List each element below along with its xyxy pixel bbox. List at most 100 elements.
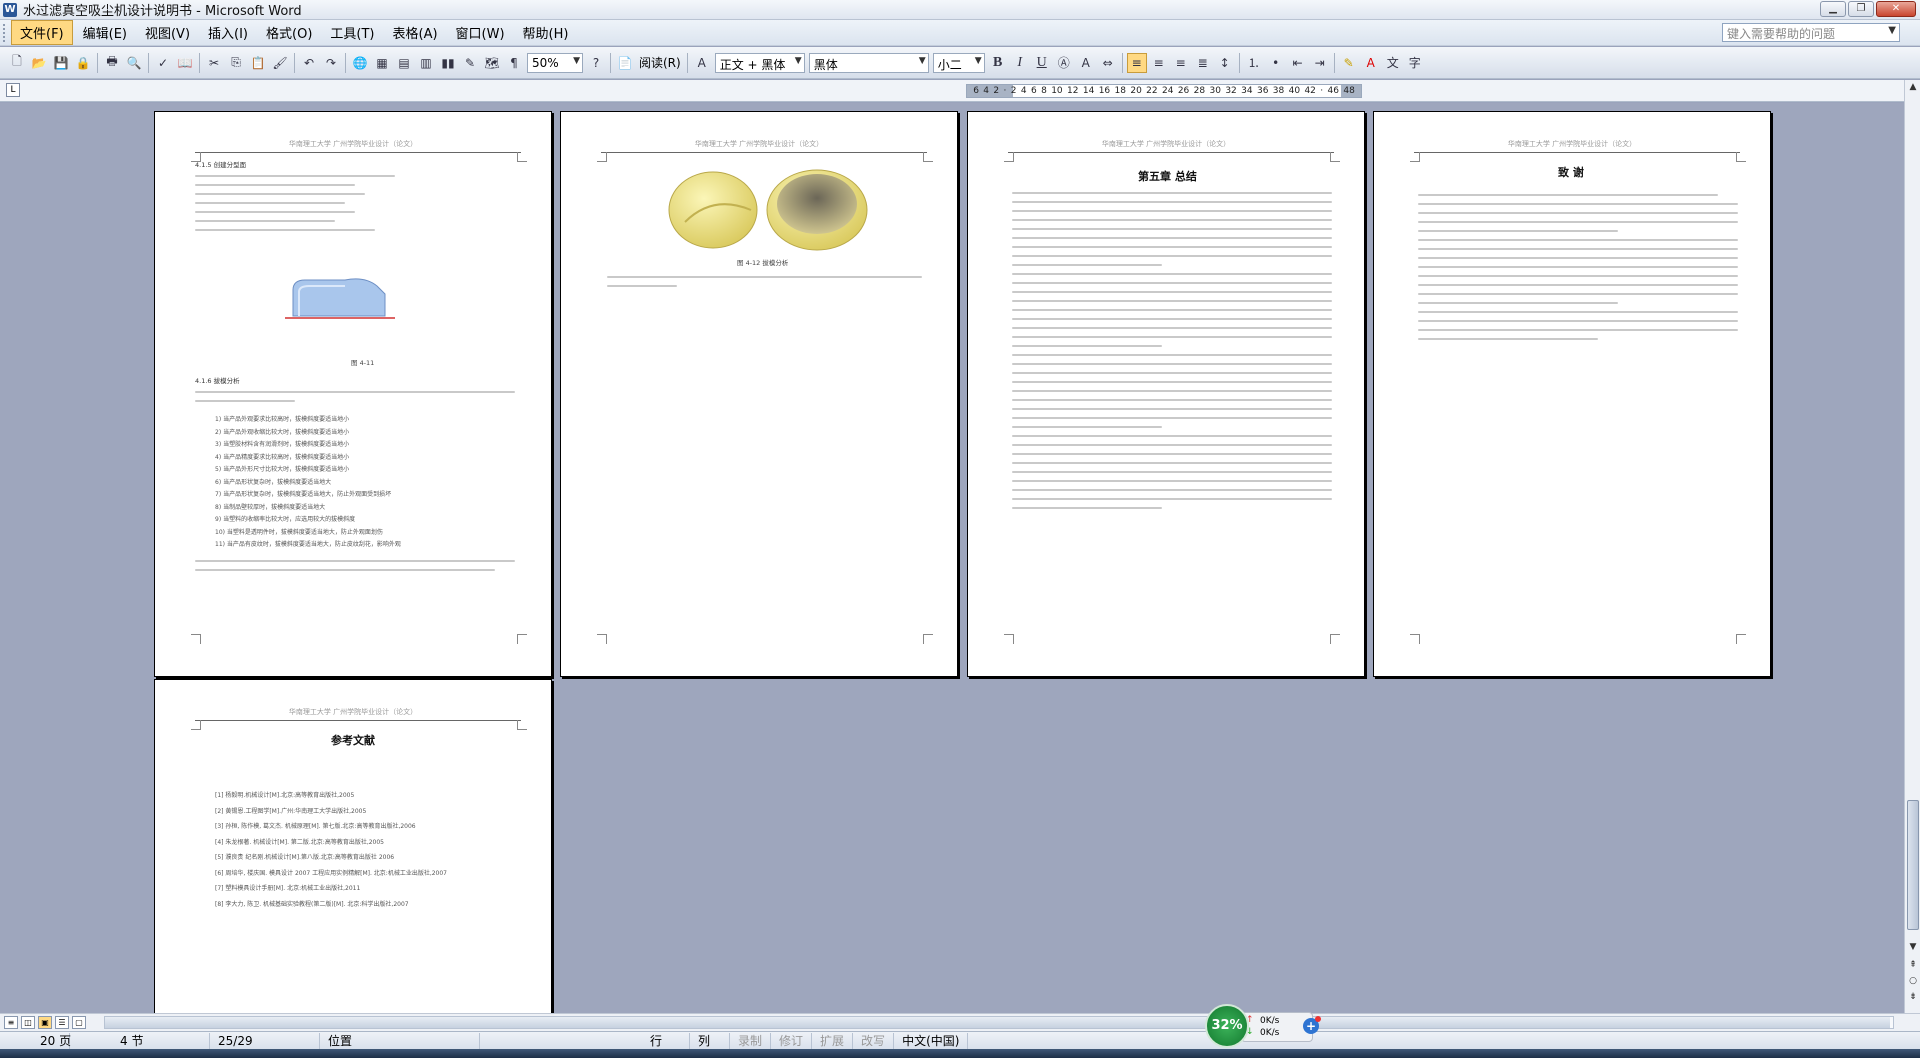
status-record[interactable]: 录制: [730, 1032, 772, 1049]
normal-view-icon[interactable]: ≡: [4, 1016, 18, 1029]
underline-icon[interactable]: U: [1032, 53, 1052, 73]
memory-percent-badge[interactable]: 32%: [1205, 1004, 1249, 1048]
insert-table-icon[interactable]: ▤: [394, 53, 414, 73]
style-select[interactable]: 正文 + 黑体 ▼: [714, 52, 805, 73]
reference-item: [8] 李大力, 陈卫. 机械基础实验教程(第二版)[M]. 北京:科学出版社,…: [215, 900, 409, 908]
separator: [199, 52, 200, 73]
save-icon[interactable]: 💾: [51, 53, 71, 73]
menu-insert[interactable]: 插入(I): [200, 21, 256, 44]
character-scale-icon[interactable]: ⇔: [1098, 53, 1118, 73]
menu-file[interactable]: 文件(F): [11, 20, 73, 45]
read-mode-button[interactable]: 阅读(R): [639, 54, 681, 71]
font-color-icon[interactable]: A: [1361, 53, 1381, 73]
highlight-icon[interactable]: ✎: [1339, 53, 1359, 73]
drawing-icon[interactable]: ✎: [460, 53, 480, 73]
cut-icon[interactable]: ✂: [204, 53, 224, 73]
text-line: [195, 569, 495, 571]
network-speed-widget[interactable]: ↑ 0K/s ↓ 0K/s 32% +: [1205, 1004, 1325, 1048]
previous-page-icon[interactable]: ⇞: [1907, 960, 1919, 970]
undo-icon[interactable]: ↶: [299, 53, 319, 73]
reading-view-icon[interactable]: ▢: [72, 1016, 86, 1029]
font-size-select[interactable]: 小二 ▼: [932, 52, 985, 73]
menu-view[interactable]: 视图(V): [137, 21, 198, 44]
menu-help[interactable]: 帮助(H): [515, 21, 577, 44]
close-button[interactable]: ✕: [1876, 1, 1916, 17]
spelling-icon[interactable]: ✓: [153, 53, 173, 73]
permission-icon[interactable]: 🔒: [73, 53, 93, 73]
reference-item: [6] 周培华, 楼庆国. 模具设计 2007 工程应用实例精解[M]. 北京:…: [215, 869, 447, 877]
menu-table[interactable]: 表格(A): [385, 21, 446, 44]
numbering-icon[interactable]: ⒈: [1244, 53, 1264, 73]
increase-indent-icon[interactable]: ⇥: [1310, 53, 1330, 73]
minimize-button[interactable]: ▁: [1820, 1, 1846, 17]
menu-grip[interactable]: [3, 23, 7, 42]
document-area[interactable]: 华南理工大学 广州学院毕业设计（论文） 4.1.5 创建分型面 图 4-11 4…: [0, 103, 1904, 1013]
scroll-down-icon[interactable]: ▼: [1907, 942, 1919, 952]
character-border-icon[interactable]: Ⓐ: [1054, 53, 1074, 73]
help-search-input[interactable]: 键入需要帮助的问题 ▼: [1722, 23, 1900, 42]
zoom-select[interactable]: 50% ▼: [527, 52, 583, 73]
justify-icon[interactable]: ≣: [1193, 53, 1213, 73]
scroll-up-icon[interactable]: ▲: [1907, 82, 1919, 92]
web-view-icon[interactable]: ◫: [21, 1016, 35, 1029]
print-preview-icon[interactable]: 🔍: [124, 53, 144, 73]
restore-button[interactable]: ❐: [1848, 1, 1874, 17]
document-map-icon[interactable]: 🗺: [482, 53, 502, 73]
enclose-characters-icon[interactable]: 字: [1405, 53, 1425, 73]
show-hide-icon[interactable]: ¶: [504, 53, 524, 73]
text-line: [1012, 201, 1332, 203]
vertical-scrollbar[interactable]: ▲ ▼ ⇞ ○ ⇟: [1904, 80, 1920, 1013]
accelerate-plus-icon[interactable]: +: [1303, 1016, 1321, 1034]
next-page-icon[interactable]: ⇟: [1907, 992, 1919, 1002]
phonetic-guide-icon[interactable]: 文: [1383, 53, 1403, 73]
status-extend[interactable]: 扩展: [812, 1032, 854, 1049]
horizontal-scroll-track[interactable]: [104, 1016, 1894, 1029]
menu-tools[interactable]: 工具(T): [322, 21, 382, 44]
font-select[interactable]: 黑体 ▼: [808, 52, 929, 73]
menu-format[interactable]: 格式(O): [258, 21, 320, 44]
scrollbar-thumb[interactable]: [1907, 800, 1919, 930]
new-document-icon[interactable]: 🗋: [7, 53, 27, 73]
status-overtype[interactable]: 改写: [853, 1032, 895, 1049]
ruler-tick: 22: [1146, 86, 1158, 96]
menu-edit[interactable]: 编辑(E): [75, 21, 135, 44]
text-line: [1012, 255, 1332, 257]
paste-icon[interactable]: 📋: [248, 53, 268, 73]
open-icon[interactable]: 📂: [29, 53, 49, 73]
bold-icon[interactable]: B: [988, 53, 1008, 73]
word-app-icon[interactable]: W: [3, 2, 17, 17]
tables-borders-icon[interactable]: ▦: [372, 53, 392, 73]
horizontal-ruler[interactable]: 6 4 2 · 2 4 6 8 10 12 14 16 18 20 22 24 26 28 30 32 34 36 38 40…: [966, 84, 1362, 98]
status-track-changes[interactable]: 修订: [771, 1032, 813, 1049]
columns-icon[interactable]: ▮▮: [438, 53, 458, 73]
text-line: [1418, 257, 1738, 259]
align-center-icon[interactable]: ≡: [1149, 53, 1169, 73]
print-layout-view-icon[interactable]: ▣: [38, 1016, 52, 1029]
styles-icon[interactable]: A: [692, 53, 712, 73]
print-icon[interactable]: 🖶: [102, 53, 122, 73]
redo-icon[interactable]: ↷: [321, 53, 341, 73]
chevron-down-icon[interactable]: ▼: [1888, 25, 1896, 36]
line-spacing-icon[interactable]: ↕: [1215, 53, 1235, 73]
list-item: 10) 当塑料是透明件时，拔模斜度要适当地大，防止外观面划伤: [215, 528, 383, 536]
browse-object-icon[interactable]: ○: [1907, 976, 1919, 986]
insert-excel-icon[interactable]: ▥: [416, 53, 436, 73]
research-icon[interactable]: 📖: [175, 53, 195, 73]
horizontal-scroll-thumb[interactable]: [105, 1017, 1890, 1028]
character-shading-icon[interactable]: A: [1076, 53, 1096, 73]
outline-view-icon[interactable]: ☰: [55, 1016, 69, 1029]
tab-selector[interactable]: L: [6, 83, 20, 97]
help-icon[interactable]: ?: [586, 53, 606, 73]
decrease-indent-icon[interactable]: ⇤: [1288, 53, 1308, 73]
menu-window[interactable]: 窗口(W): [448, 21, 513, 44]
format-painter-icon[interactable]: 🖌: [270, 53, 290, 73]
ruler-tick: 16: [1098, 86, 1111, 96]
italic-icon[interactable]: I: [1010, 53, 1030, 73]
copy-icon[interactable]: ⎘: [226, 53, 246, 73]
read-mode-icon[interactable]: 📄: [615, 53, 635, 73]
align-right-icon[interactable]: ≡: [1171, 53, 1191, 73]
bullets-icon[interactable]: •: [1266, 53, 1286, 73]
align-left-icon[interactable]: ≡: [1126, 52, 1147, 73]
horizontal-scrollbar[interactable]: ≡ ◫ ▣ ☰ ▢: [0, 1013, 1920, 1031]
hyperlink-icon[interactable]: 🌐: [350, 53, 370, 73]
